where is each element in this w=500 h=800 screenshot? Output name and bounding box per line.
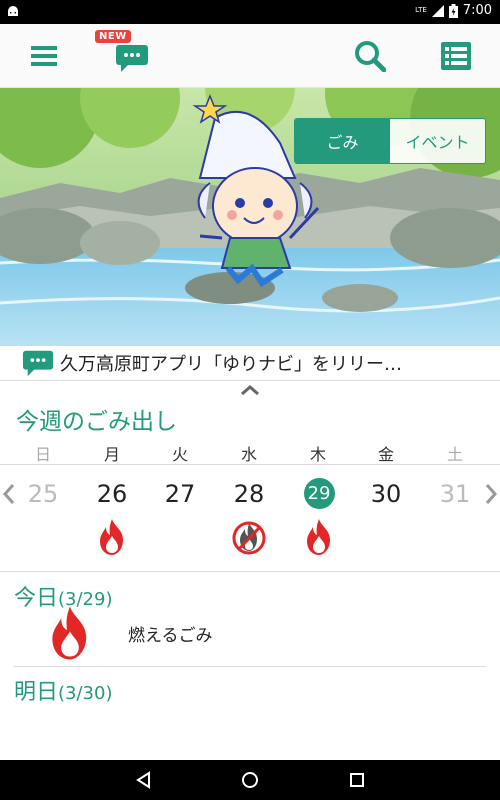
tab-events[interactable]: イベント [390, 119, 485, 163]
hamburger-icon [31, 46, 57, 66]
chat-bubble-icon [116, 45, 148, 72]
signal-icon [431, 4, 444, 17]
android-icon [8, 6, 18, 16]
weekday-label: 火 [171, 445, 188, 464]
list-icon [441, 42, 471, 70]
calendar-date[interactable]: 30 [364, 478, 408, 510]
weekday-label: 土 [446, 445, 463, 464]
app-bar: NEW [0, 24, 500, 88]
previous-week-button[interactable] [2, 482, 16, 506]
new-badge: NEW [95, 30, 131, 43]
tab-garbage[interactable]: ごみ [295, 119, 390, 163]
calendar-date-today[interactable]: 29 [297, 478, 341, 510]
chat-bubble-icon [22, 350, 54, 377]
back-button[interactable] [131, 768, 155, 792]
search-icon [355, 41, 386, 72]
weekday-label: 水 [240, 445, 257, 464]
back-icon [136, 771, 150, 789]
next-week-button[interactable] [484, 482, 498, 506]
burnable-icon [100, 519, 123, 555]
recents-button[interactable] [345, 768, 369, 792]
hero-banner: ごみ イベント [0, 88, 500, 346]
chevron-up-icon [241, 384, 259, 395]
notifications-button[interactable] [112, 38, 152, 78]
burnable-icon [307, 519, 330, 555]
weekly-schedule-title: 今週のごみ出し [16, 409, 177, 435]
list-view-button[interactable] [436, 36, 476, 76]
news-ticker[interactable]: 久万高原町アプリ「ゆりナビ」をリリー… [0, 346, 500, 380]
calendar-date[interactable]: 25 [21, 478, 65, 510]
tomorrow-date: (3/30) [58, 683, 113, 704]
status-bar: LTE 7:00 [0, 0, 500, 24]
divider [0, 464, 500, 465]
home-icon [242, 772, 258, 788]
garbage-type-label[interactable]: 燃えるごみ [128, 621, 213, 646]
weekday-label: 月 [103, 445, 120, 464]
battery-icon [448, 3, 458, 18]
calendar-date[interactable]: 26 [90, 478, 134, 510]
tomorrow-heading: 明日(3/30) [14, 674, 112, 706]
calendar-date[interactable]: 27 [158, 478, 202, 510]
divider [14, 666, 486, 667]
recents-icon [350, 773, 364, 787]
weekday-label: 金 [377, 445, 394, 464]
tomorrow-label: 明日 [14, 680, 59, 705]
weekday-label: 日 [34, 445, 51, 464]
home-button[interactable] [238, 768, 262, 792]
menu-button[interactable] [24, 36, 64, 76]
no-burnable-icon [232, 521, 266, 555]
collapse-handle[interactable] [0, 380, 500, 398]
search-button[interactable] [350, 36, 390, 76]
navigation-bar [0, 760, 500, 800]
network-type: LTE [415, 6, 427, 14]
news-headline: 久万高原町アプリ「ゆりナビ」をリリー… [60, 354, 402, 375]
divider [0, 571, 500, 572]
weekday-label: 木 [309, 445, 326, 464]
calendar-date[interactable]: 28 [227, 478, 271, 510]
category-toggle: ごみ イベント [294, 118, 486, 164]
clock: 7:00 [462, 3, 492, 18]
status-icons: LTE 7:00 [415, 3, 492, 18]
calendar-date[interactable]: 31 [433, 478, 477, 510]
burnable-icon [52, 606, 87, 660]
